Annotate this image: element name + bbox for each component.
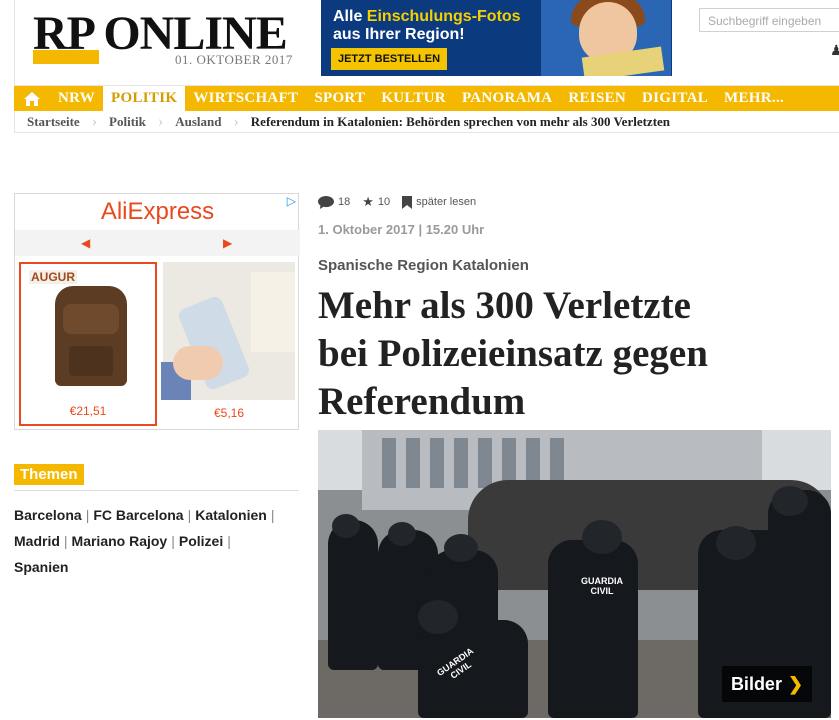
- headline-line: Referendum: [318, 380, 526, 423]
- photo-vest-label-line: CIVIL: [590, 586, 614, 596]
- themen-tag-list: Barcelona | FC Barcelona | Katalonien | Madri…: [14, 502, 299, 580]
- headline-line: bei Polizeieinsatz gegen: [318, 332, 708, 375]
- headline-line: Mehr als 300 Verletzte: [318, 284, 691, 327]
- ad-product-brand: AUGUR: [29, 270, 77, 284]
- nav-item-mehr[interactable]: MEHR...: [716, 86, 792, 111]
- chevron-right-icon: ❯: [787, 673, 804, 694]
- star-count: 10: [377, 196, 391, 208]
- tag-link[interactable]: Mariano Rajoy: [72, 533, 168, 549]
- ad-product-price: €5,16: [213, 406, 245, 420]
- divider: |: [63, 533, 68, 549]
- nav-item-digital[interactable]: DIGITAL: [634, 86, 716, 111]
- phonecase-paper: [251, 272, 295, 352]
- nav-item-wirtschaft[interactable]: WIRTSCHAFT: [185, 86, 306, 111]
- logo-accent: [33, 50, 99, 64]
- photo-helmet: [444, 534, 478, 562]
- divider: |: [270, 507, 275, 523]
- photo-vest-label: GUARDIA CIVIL: [572, 576, 632, 596]
- nav-item-reisen[interactable]: REISEN: [560, 86, 634, 111]
- tag-link[interactable]: Barcelona: [14, 507, 82, 523]
- read-later-link[interactable]: später lesen: [402, 195, 477, 209]
- nav-item-nrw[interactable]: NRW: [50, 86, 103, 111]
- photo-window: [406, 438, 420, 488]
- comment-icon: [318, 195, 334, 209]
- divider: |: [171, 533, 175, 549]
- gallery-button-label: Bilder: [730, 673, 782, 694]
- photo-window: [454, 438, 468, 488]
- ad-product-phonecase[interactable]: €5,16: [161, 262, 297, 426]
- ad-carousel-bar: [15, 230, 300, 256]
- home-icon[interactable]: [14, 86, 50, 111]
- breadcrumb-startseite[interactable]: Startseite: [15, 114, 92, 130]
- tag-link[interactable]: Spanien: [14, 559, 68, 575]
- backpack-pocket: [69, 346, 113, 376]
- promo-headline-2: aus Ihrer Region!: [333, 26, 465, 43]
- nav-item-sport[interactable]: SPORT: [306, 86, 373, 111]
- photo-officer: [548, 540, 638, 718]
- photo-helmet: [582, 520, 622, 554]
- photo-vest-label-line: GUARDIA: [581, 576, 623, 586]
- ad-brand[interactable]: AliExpress: [15, 198, 300, 226]
- nav-item-politik[interactable]: POLITIK: [103, 86, 186, 111]
- search-input[interactable]: Suchbegriff eingeben: [699, 8, 839, 32]
- read-later-label: später lesen: [416, 196, 477, 208]
- promo-order-button[interactable]: JETZT BESTELLEN: [331, 48, 447, 70]
- photo-helmet: [332, 514, 360, 538]
- tag-link[interactable]: FC Barcelona: [93, 507, 183, 523]
- main-nav: NRW POLITIK WIRTSCHAFT SPORT KULTUR PANO…: [14, 86, 839, 111]
- article-headline: Mehr als 300 Verletzte bei Polizeieinsat…: [318, 282, 838, 426]
- carousel-next-icon[interactable]: ▶: [223, 236, 232, 250]
- article-date: 1. Oktober 2017 | 15.20 Uhr: [318, 222, 485, 237]
- nav-item-panorama[interactable]: PANORAMA: [454, 86, 560, 111]
- adchoices-icon[interactable]: ▷: [287, 194, 296, 208]
- breadcrumb: Startseite › Politik › Ausland › Referen…: [14, 111, 839, 133]
- divider: |: [85, 507, 90, 523]
- breadcrumb-ausland[interactable]: Ausland: [163, 114, 233, 130]
- site-header: RP ONLINE 01. OKTOBER 2017 Alle Einschul…: [14, 0, 839, 86]
- aliexpress-ad[interactable]: AliExpress ▷ ◀ ▶ AUGUR €21,51 €5,16: [14, 193, 300, 430]
- ad-product-backpack[interactable]: AUGUR €21,51: [19, 262, 157, 426]
- phonecase-hand: [173, 346, 223, 380]
- article-meta: 18 ★ 10 später lesen: [318, 194, 488, 210]
- comment-count: 18: [338, 196, 351, 208]
- article-photo[interactable]: GUARDIA CIVIL GUARDIA CIVIL Bilder ❯: [318, 430, 831, 718]
- nav-item-kultur[interactable]: KULTUR: [373, 86, 454, 111]
- divider: |: [227, 533, 231, 549]
- photo-helmet: [418, 600, 458, 634]
- themen-heading: Themen: [14, 464, 84, 485]
- star-icon: ★: [362, 194, 374, 209]
- breadcrumb-current: Referendum in Katalonien: Behörden sprec…: [250, 113, 671, 129]
- photo-window: [430, 438, 444, 488]
- photo-officer: [328, 520, 378, 670]
- promo-headline-1: Alle Einschulungs-Fotos: [333, 8, 521, 25]
- divider: |: [187, 507, 192, 523]
- photo-window: [478, 438, 492, 488]
- tag-link[interactable]: Katalonien: [195, 507, 267, 523]
- divider: [14, 490, 299, 491]
- backpack-flap: [63, 304, 119, 334]
- bookmark-icon: [402, 195, 413, 209]
- comments-link[interactable]: 18: [318, 195, 351, 209]
- carousel-prev-icon[interactable]: ◀: [81, 236, 90, 250]
- photo-helmet: [716, 526, 756, 560]
- promo-banner[interactable]: Alle Einschulungs-Fotos aus Ihrer Region…: [321, 0, 672, 76]
- gallery-button[interactable]: Bilder ❯: [722, 666, 812, 702]
- tag-link[interactable]: Polizei: [179, 533, 223, 549]
- tag-link[interactable]: Madrid: [14, 533, 60, 549]
- photo-helmet: [388, 522, 416, 546]
- ad-product-price: €21,51: [69, 404, 107, 418]
- photo-helmet: [772, 486, 808, 516]
- article-kicker: Spanische Region Katalonien: [318, 257, 529, 274]
- header-date: 01. OKTOBER 2017: [175, 52, 293, 67]
- user-icon[interactable]: ♟: [830, 42, 839, 59]
- photo-window: [382, 438, 396, 488]
- breadcrumb-politik[interactable]: Politik: [97, 114, 158, 130]
- favorite-link[interactable]: ★ 10: [362, 194, 390, 210]
